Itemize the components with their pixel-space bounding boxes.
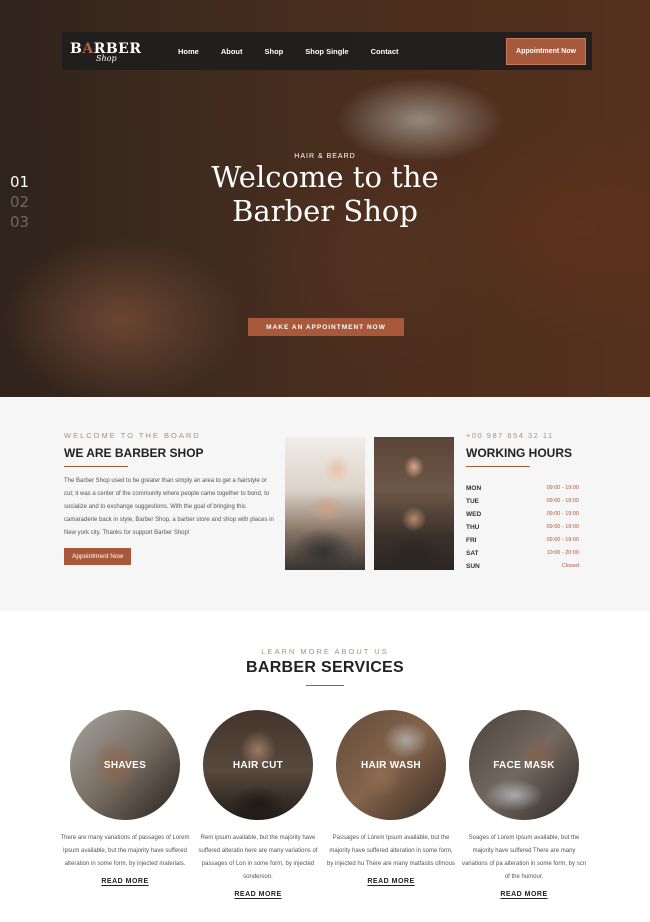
time-value: 09:00 - 19:00 <box>546 485 579 491</box>
about-section: WELCOME TO THE BOARD WE ARE BARBER SHOP … <box>0 397 650 611</box>
title-underline <box>64 466 128 467</box>
day-label: TUE <box>466 498 479 505</box>
hours-row: FRI 09:00 - 19:00 <box>466 537 579 546</box>
nav-shop-single[interactable]: Shop Single <box>305 47 348 56</box>
about-appointment-button[interactable]: Appointment Now <box>64 548 132 565</box>
service-image-hair-wash[interactable]: HAIR WASH <box>336 710 446 820</box>
day-label: MON <box>466 485 482 492</box>
time-value: 09:00 - 19:00 <box>546 498 579 504</box>
day-label: SUN <box>466 563 480 570</box>
service-label: HAIR WASH <box>361 759 421 771</box>
about-title: WE ARE BARBER SHOP <box>64 446 204 460</box>
read-more-link[interactable]: READ MORE <box>60 878 190 885</box>
service-label: HAIR CUT <box>232 759 284 771</box>
service-description: Soages of Lorem Ipsum available, but the… <box>461 835 587 880</box>
nav-shop[interactable]: Shop <box>265 47 284 56</box>
day-label: SAT <box>466 550 479 557</box>
hours-row: TUE 09:00 - 19:00 <box>466 498 579 507</box>
service-description: Passages of Lorem Ipsum available, but t… <box>327 835 455 867</box>
hero-title: Welcome to the Barber Shop <box>0 160 650 228</box>
hero-eyebrow: HAIR & BEARD <box>294 153 356 160</box>
top-navbar: BARBER Shop Home About Shop Shop Single … <box>62 32 592 70</box>
hours-row: WED 09:00 - 19:00 <box>466 511 579 520</box>
service-description: Rem ipsum available, but the majority ha… <box>198 835 318 880</box>
service-image-shaves[interactable]: SHAVES <box>70 710 180 820</box>
working-hours: +00 987 654 32 11 WORKING HOURS MON 09:0… <box>466 431 579 572</box>
time-value: 09:00 - 19:00 <box>546 524 579 530</box>
hours-row: MON 09:00 - 19:00 <box>466 485 579 494</box>
hours-row: SUN Closed <box>466 563 579 572</box>
barber-photo-team <box>374 437 454 570</box>
read-more-link[interactable]: READ MORE <box>459 891 589 898</box>
logo[interactable]: BARBER Shop <box>70 40 141 64</box>
nav-contact[interactable]: Contact <box>371 47 399 56</box>
hours-list: MON 09:00 - 19:00 TUE 09:00 - 19:00 WED … <box>466 485 579 572</box>
service-label: SHAVES <box>103 759 147 771</box>
barber-photo-shaving <box>285 437 365 570</box>
service-label: FACE MASK <box>493 759 555 771</box>
day-label: FRI <box>466 537 477 544</box>
service-image-hair-cut[interactable]: HAIR CUT <box>203 710 313 820</box>
about-paragraph: The Barber Shop used to be greater than … <box>64 478 274 536</box>
service-card-shaves: SHAVES There are many variations of pass… <box>60 710 190 885</box>
nav-home[interactable]: Home <box>178 47 199 56</box>
time-value: 10:00 - 20:00 <box>546 550 579 556</box>
service-card-hair-wash: HAIR WASH Passages of Lorem Ipsum availa… <box>326 710 456 885</box>
title-underline <box>466 466 530 467</box>
read-more-link[interactable]: READ MORE <box>326 878 456 885</box>
hero-title-line-2: Barber Shop <box>232 194 418 228</box>
service-card-hair-cut: HAIR CUT Rem ipsum available, but the ma… <box>193 710 323 898</box>
hero-title-line-1: Welcome to the <box>211 160 439 194</box>
service-description: There are many variations of passages of… <box>60 835 190 867</box>
time-value: 09:00 - 19:00 <box>546 511 579 517</box>
time-value: Closed <box>561 563 579 569</box>
make-appointment-button[interactable]: MAKE AN APPOINTMENT NOW <box>248 318 404 336</box>
working-hours-title: WORKING HOURS <box>466 446 572 460</box>
nav-about[interactable]: About <box>221 47 243 56</box>
hours-row: SAT 10:00 - 20:00 <box>466 550 579 559</box>
about-intro: WELCOME TO THE BOARD WE ARE BARBER SHOP … <box>64 431 274 565</box>
hero-banner: BARBER Shop Home About Shop Shop Single … <box>0 0 650 397</box>
hours-row: THU 09:00 - 19:00 <box>466 524 579 533</box>
services-title: BARBER SERVICES <box>245 659 404 676</box>
day-label: THU <box>466 524 480 531</box>
about-eyebrow: WELCOME TO THE BOARD <box>64 431 201 440</box>
services-eyebrow: LEARN MORE ABOUT US <box>261 647 389 656</box>
phone-number[interactable]: +00 987 654 32 11 <box>466 431 579 440</box>
logo-subtext: Shop <box>96 54 117 63</box>
time-value: 09:00 - 19:00 <box>546 537 579 543</box>
read-more-link[interactable]: READ MORE <box>193 891 323 898</box>
day-label: WED <box>466 511 482 518</box>
service-card-face-mask: FACE MASK Soages of Lorem Ipsum availabl… <box>459 710 589 898</box>
service-image-face-mask[interactable]: FACE MASK <box>469 710 579 820</box>
services-section: LEARN MORE ABOUT US BARBER SERVICES SHAV… <box>0 611 650 922</box>
main-nav: Home About Shop Shop Single Contact <box>178 32 421 70</box>
appointment-button[interactable]: Appointment Now <box>506 38 586 65</box>
title-underline <box>306 685 344 686</box>
